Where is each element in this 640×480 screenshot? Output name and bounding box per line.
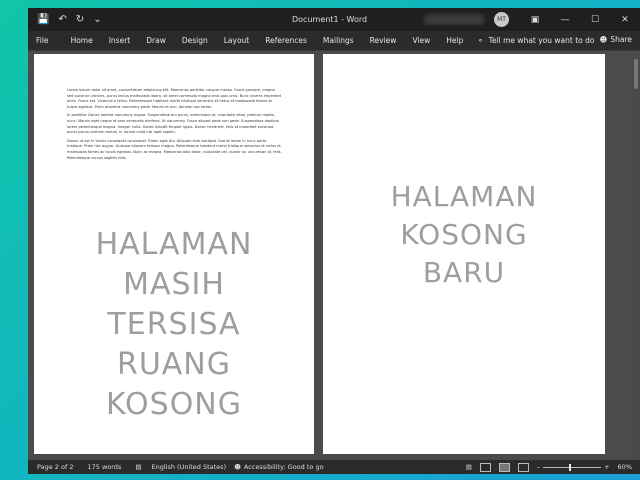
accessibility-status[interactable]: ☻ Accessibility: Good to go [226, 463, 323, 471]
overlay-line: KOSONG [400, 218, 528, 251]
overlay-line: MASIH [123, 267, 225, 302]
paragraph-1: Lorem ipsum dolor sit amet, consectetuer… [67, 88, 281, 109]
customize-qat-icon[interactable]: ⌄ [93, 14, 101, 25]
overlay-line: HALAMAN [390, 180, 538, 213]
overlay-line: BARU [422, 256, 506, 289]
page-count[interactable]: Page 2 of 2 [28, 463, 73, 471]
tell-me-label: Tell me what you want to do [488, 36, 595, 45]
document-title: Document1 - Word [292, 15, 368, 24]
tab-insert[interactable]: Insert [101, 36, 139, 45]
print-layout-icon[interactable] [498, 462, 510, 472]
vertical-scrollbar[interactable] [632, 51, 640, 460]
tab-review[interactable]: Review [362, 36, 405, 45]
overlay-line: RUANG [116, 347, 231, 382]
accessibility-label: Accessibility: Good to go [243, 463, 324, 471]
zoom-slider[interactable]: – + [537, 463, 610, 471]
scrollbar-thumb[interactable] [634, 59, 638, 89]
paragraph-3: Donec ut est in lectus consequat consequ… [67, 138, 282, 160]
blurred-account-name [424, 14, 484, 25]
avatar[interactable]: MT [494, 12, 509, 27]
redo-icon[interactable]: ↻ [76, 14, 84, 25]
tell-me-search[interactable]: ⚬ Tell me what you want to do [477, 36, 594, 45]
tab-layout[interactable]: Layout [216, 36, 258, 45]
language[interactable]: English (United States) [141, 463, 226, 471]
word-count[interactable]: 175 words [73, 463, 121, 471]
document-area: Lorem ipsum dolor sit amet, consectetuer… [28, 51, 640, 460]
zoom-out-icon[interactable]: – [537, 463, 540, 471]
lightbulb-icon: ⚬ [477, 36, 484, 45]
word-window: 💾 ↶ ↻ ⌄ Document1 - Word MT ▣ — ☐ ✕ File… [28, 8, 640, 474]
tab-draw[interactable]: Draw [138, 36, 174, 45]
tab-home[interactable]: Home [63, 36, 101, 45]
tab-help[interactable]: Help [438, 36, 471, 45]
maximize-icon[interactable]: ☐ [580, 8, 610, 31]
tab-view[interactable]: View [404, 36, 438, 45]
window-controls: ▣ — ☐ ✕ [520, 8, 640, 31]
page-2[interactable]: HALAMAN KOSONG BARU [323, 54, 605, 454]
focus-mode-icon[interactable]: ▤ [466, 463, 472, 471]
status-right-controls: ▤ – + 60% [466, 460, 632, 474]
title-bar: 💾 ↶ ↻ ⌄ Document1 - Word MT ▣ — ☐ ✕ [28, 8, 640, 31]
close-icon[interactable]: ✕ [610, 8, 640, 31]
minimize-icon[interactable]: — [550, 8, 580, 31]
zoom-track[interactable] [543, 463, 602, 471]
person-icon: ☻ [599, 35, 608, 44]
page-1[interactable]: Lorem ipsum dolor sit amet, consectetuer… [34, 54, 314, 454]
accessibility-icon: ☻ [234, 463, 241, 471]
save-icon[interactable]: 💾 [37, 14, 49, 25]
page-1-overlay-caption: HALAMAN MASIH TERSISA RUANG KOSONG [34, 225, 314, 425]
undo-icon[interactable]: ↶ [58, 14, 66, 25]
quick-access-toolbar: 💾 ↶ ↻ ⌄ [28, 14, 102, 25]
proofing-icon[interactable]: ▤ [121, 463, 141, 471]
web-layout-icon[interactable] [517, 462, 529, 472]
tab-mailings[interactable]: Mailings [315, 36, 362, 45]
tab-file[interactable]: File [28, 36, 57, 45]
read-mode-icon[interactable] [479, 462, 491, 472]
overlay-line: TERSISA [107, 307, 241, 342]
page-1-body-text: Lorem ipsum dolor sit amet, consectetuer… [67, 88, 282, 164]
page-2-overlay-caption: HALAMAN KOSONG BARU [323, 178, 605, 292]
zoom-in-icon[interactable]: + [604, 463, 609, 471]
tab-design[interactable]: Design [174, 36, 216, 45]
share-label: Share [610, 35, 632, 44]
overlay-line: KOSONG [106, 387, 242, 422]
paragraph-2: In porttitor. Donec laoreet nonummy augu… [67, 113, 279, 135]
status-bar: Page 2 of 2 175 words ▤ English (United … [28, 460, 640, 474]
zoom-thumb[interactable] [569, 463, 572, 471]
zoom-level[interactable]: 60% [618, 463, 632, 471]
ribbon-display-icon[interactable]: ▣ [520, 8, 550, 31]
share-button[interactable]: ☻ Share [600, 35, 632, 44]
tab-references[interactable]: References [257, 36, 315, 45]
ribbon-tabs: File Home Insert Draw Design Layout Refe… [28, 31, 640, 51]
overlay-line: HALAMAN [95, 227, 253, 262]
